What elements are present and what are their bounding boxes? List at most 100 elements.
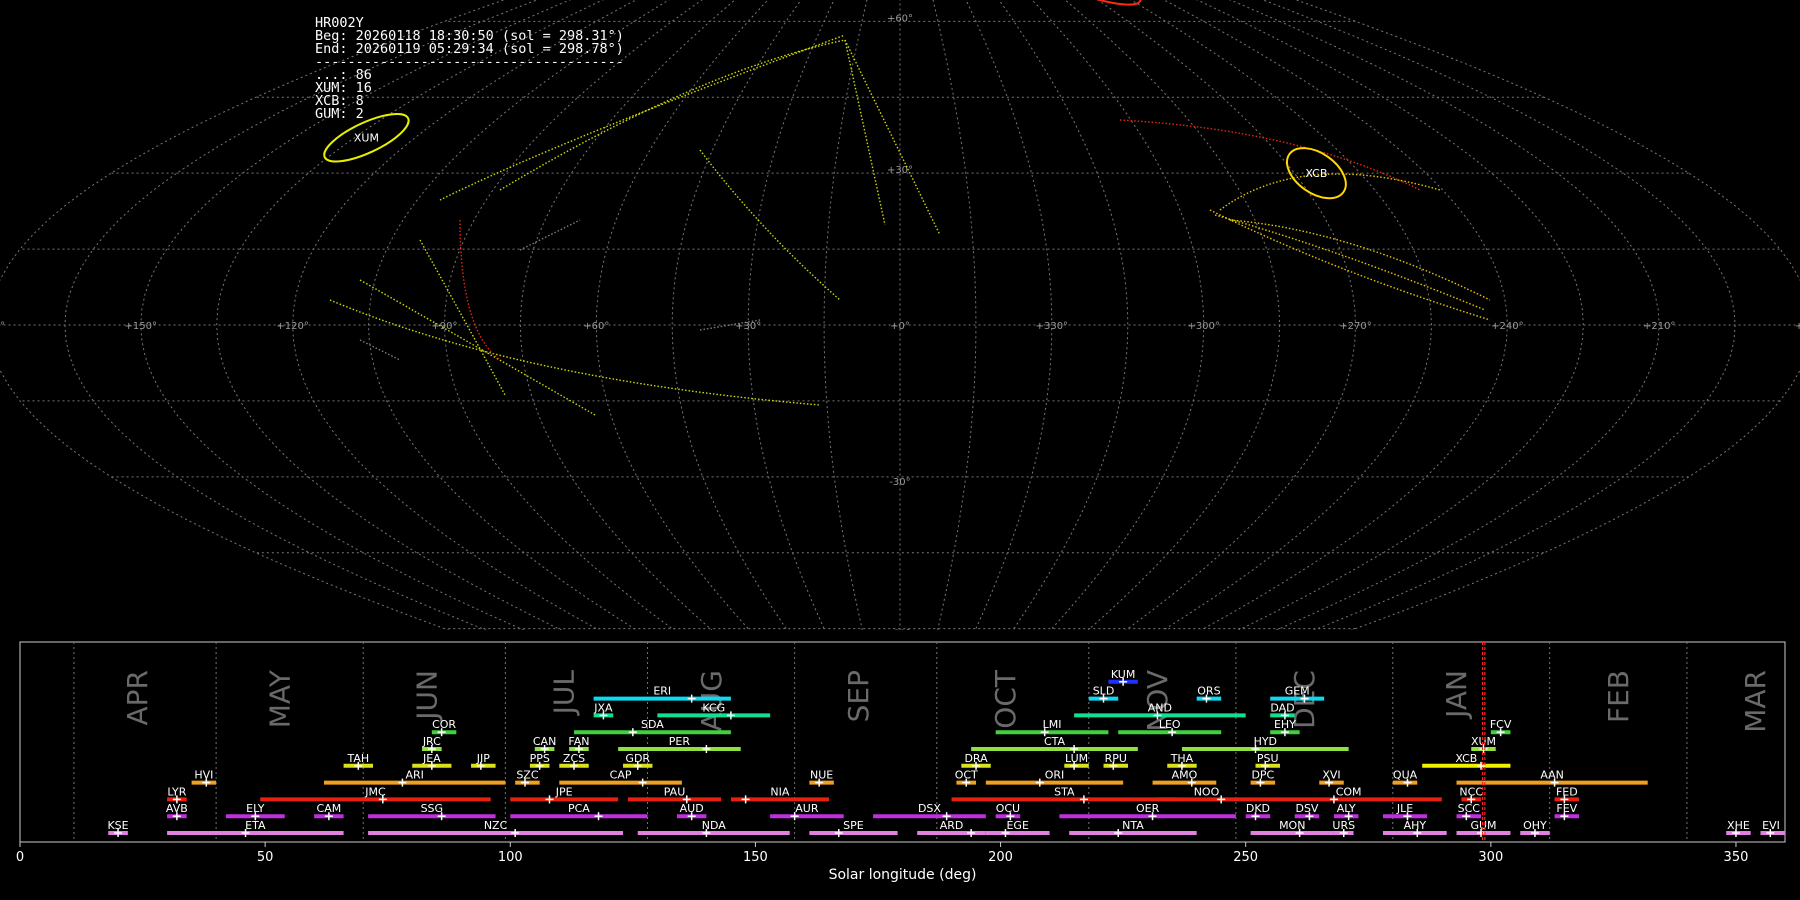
lon-tick-label: +60°: [583, 321, 609, 332]
meteor-trail: [359, 339, 401, 361]
shower-label-cam: CAM: [317, 802, 342, 815]
shower-label-aly: ALY: [1337, 802, 1356, 815]
shower-label-dsv: DSV: [1295, 802, 1318, 815]
lon-tick-label: +120°: [276, 321, 308, 332]
shower-label-jxa: JXA: [593, 701, 613, 714]
shower-label-dpc: DPC: [1251, 769, 1274, 782]
shower-label-gum: GUM: [1470, 819, 1496, 832]
shower-label-cor: COR: [432, 718, 456, 731]
shower-label-gem: GEM: [1285, 685, 1310, 698]
lon-tick-label: +180°: [1795, 321, 1800, 332]
meteor-trail: [359, 279, 596, 416]
shower-label-fcv: FCV: [1490, 718, 1512, 731]
shower-label-kum: KUM: [1111, 668, 1135, 681]
shower-label-xhe: XHE: [1727, 819, 1750, 832]
shower-label-amo: AMO: [1172, 769, 1198, 782]
month-label: MAY: [263, 669, 296, 728]
shower-label-qua: QUA: [1393, 769, 1418, 782]
shower-label-fan: FAN: [568, 735, 589, 748]
shower-label-lum: LUM: [1065, 752, 1088, 765]
shower-label-nda: NDA: [702, 819, 727, 832]
shower-label-xum: XUM: [1471, 735, 1496, 748]
shower-label-oct: OCT: [955, 769, 978, 782]
meridian-line: [443, 0, 703, 630]
shower-label-sda: SDA: [641, 718, 664, 731]
lat-tick-label: +30°: [887, 165, 913, 176]
shower-label-nia: NIA: [770, 785, 789, 798]
shower-label-jmc: JMC: [364, 785, 386, 798]
shower-label-hyd: HYD: [1254, 735, 1277, 748]
meteor-trail: [699, 149, 841, 301]
month-label: MAR: [1739, 670, 1772, 733]
shower-label-noo: NOO: [1194, 785, 1220, 798]
meteor-trail: [1214, 214, 1486, 311]
lon-tick-label: +210°: [1643, 321, 1675, 332]
month-label: SEP: [842, 670, 875, 722]
month-label: APR: [121, 670, 154, 726]
x-tick-label: 300: [1478, 850, 1503, 865]
shower-label-nta: NTA: [1122, 819, 1144, 832]
shower-label-ard: ARD: [940, 819, 964, 832]
radiant-label-xum: XUM: [354, 132, 379, 145]
meridian-line: [1294, 0, 1800, 630]
shower-label-jea: JEA: [422, 752, 441, 765]
x-tick-label: 350: [1724, 850, 1749, 865]
x-tick-label: 150: [743, 850, 768, 865]
shower-label-eri: ERI: [653, 685, 671, 698]
shower-label-dad: DAD: [1270, 701, 1294, 714]
meteor-trail: [844, 39, 941, 236]
lat-tick-label: -30°: [889, 477, 910, 488]
shower-label-hvi: HVI: [194, 769, 213, 782]
shower-label-spe: SPE: [843, 819, 864, 832]
lon-tick-label: +330°: [1036, 321, 1068, 332]
meridian-line: [1261, 0, 1736, 630]
shower-label-sta: STA: [1054, 785, 1075, 798]
shower-label-cap: CAP: [610, 769, 632, 782]
radiant-ellipse-gum: [1030, 0, 1142, 6]
meridian-line: [0, 0, 506, 630]
shower-label-ari: ARI: [405, 769, 423, 782]
shower-label-aan: AAN: [1540, 769, 1564, 782]
meteor-trail: [499, 39, 846, 191]
meridian-line: [292, 0, 637, 630]
shower-label-kse: KSE: [107, 819, 128, 832]
shower-label-zcs: ZCS: [563, 752, 585, 765]
meteor-trail: [1219, 173, 1441, 211]
lon-tick-label: +240°: [1491, 321, 1523, 332]
shower-label-tah: TAH: [346, 752, 369, 765]
shower-label-ohy: OHY: [1523, 819, 1547, 832]
shower-label-ege: EGE: [1006, 819, 1028, 832]
meteor-trail: [459, 219, 501, 361]
shower-label-urs: URS: [1332, 819, 1355, 832]
shower-label-pps: PPS: [530, 752, 550, 765]
shower-label-psu: PSU: [1257, 752, 1279, 765]
shower-label-nzc: NZC: [484, 819, 508, 832]
month-label: OCT: [989, 669, 1022, 729]
shower-timeline: APRMAYJUNJULAUGSEPOCTNOVDECJANFEBMARKUME…: [16, 641, 1786, 883]
shower-label-dra: DRA: [964, 752, 988, 765]
shower-label-ehy: EHY: [1274, 718, 1296, 731]
meridian-line: [932, 0, 977, 630]
shower-label-dkd: DKD: [1246, 802, 1270, 815]
lon-tick-label: +180°: [0, 321, 5, 332]
meridian-line: [747, 0, 835, 630]
shower-label-oer: OER: [1136, 802, 1160, 815]
lon-tick-label: +270°: [1339, 321, 1371, 332]
shower-label-tha: THA: [1170, 752, 1194, 765]
shower-label-can: CAN: [533, 735, 556, 748]
lon-tick-label: +0°: [890, 321, 910, 332]
shower-label-jip: JIP: [476, 752, 490, 765]
shower-label-fev: FEV: [1556, 802, 1577, 815]
meteor-trail: [439, 34, 846, 201]
sky-map: +180° +150° +120° +90° +60° +30° +0° +330° +300°…: [0, 0, 1800, 630]
shower-label-avb: AVB: [166, 802, 188, 815]
shower-label-dsx: DSX: [918, 802, 941, 815]
shower-label-gdr: GDR: [625, 752, 650, 765]
meridian-line: [965, 0, 1053, 630]
meridian-line: [1163, 0, 1508, 630]
x-tick-label: 50: [257, 850, 274, 865]
month-label: FEB: [1602, 670, 1635, 723]
shower-label-lyr: LYR: [167, 785, 186, 798]
shower-label-kcg: KCG: [702, 701, 725, 714]
shower-label-ssg: SSG: [421, 802, 444, 815]
